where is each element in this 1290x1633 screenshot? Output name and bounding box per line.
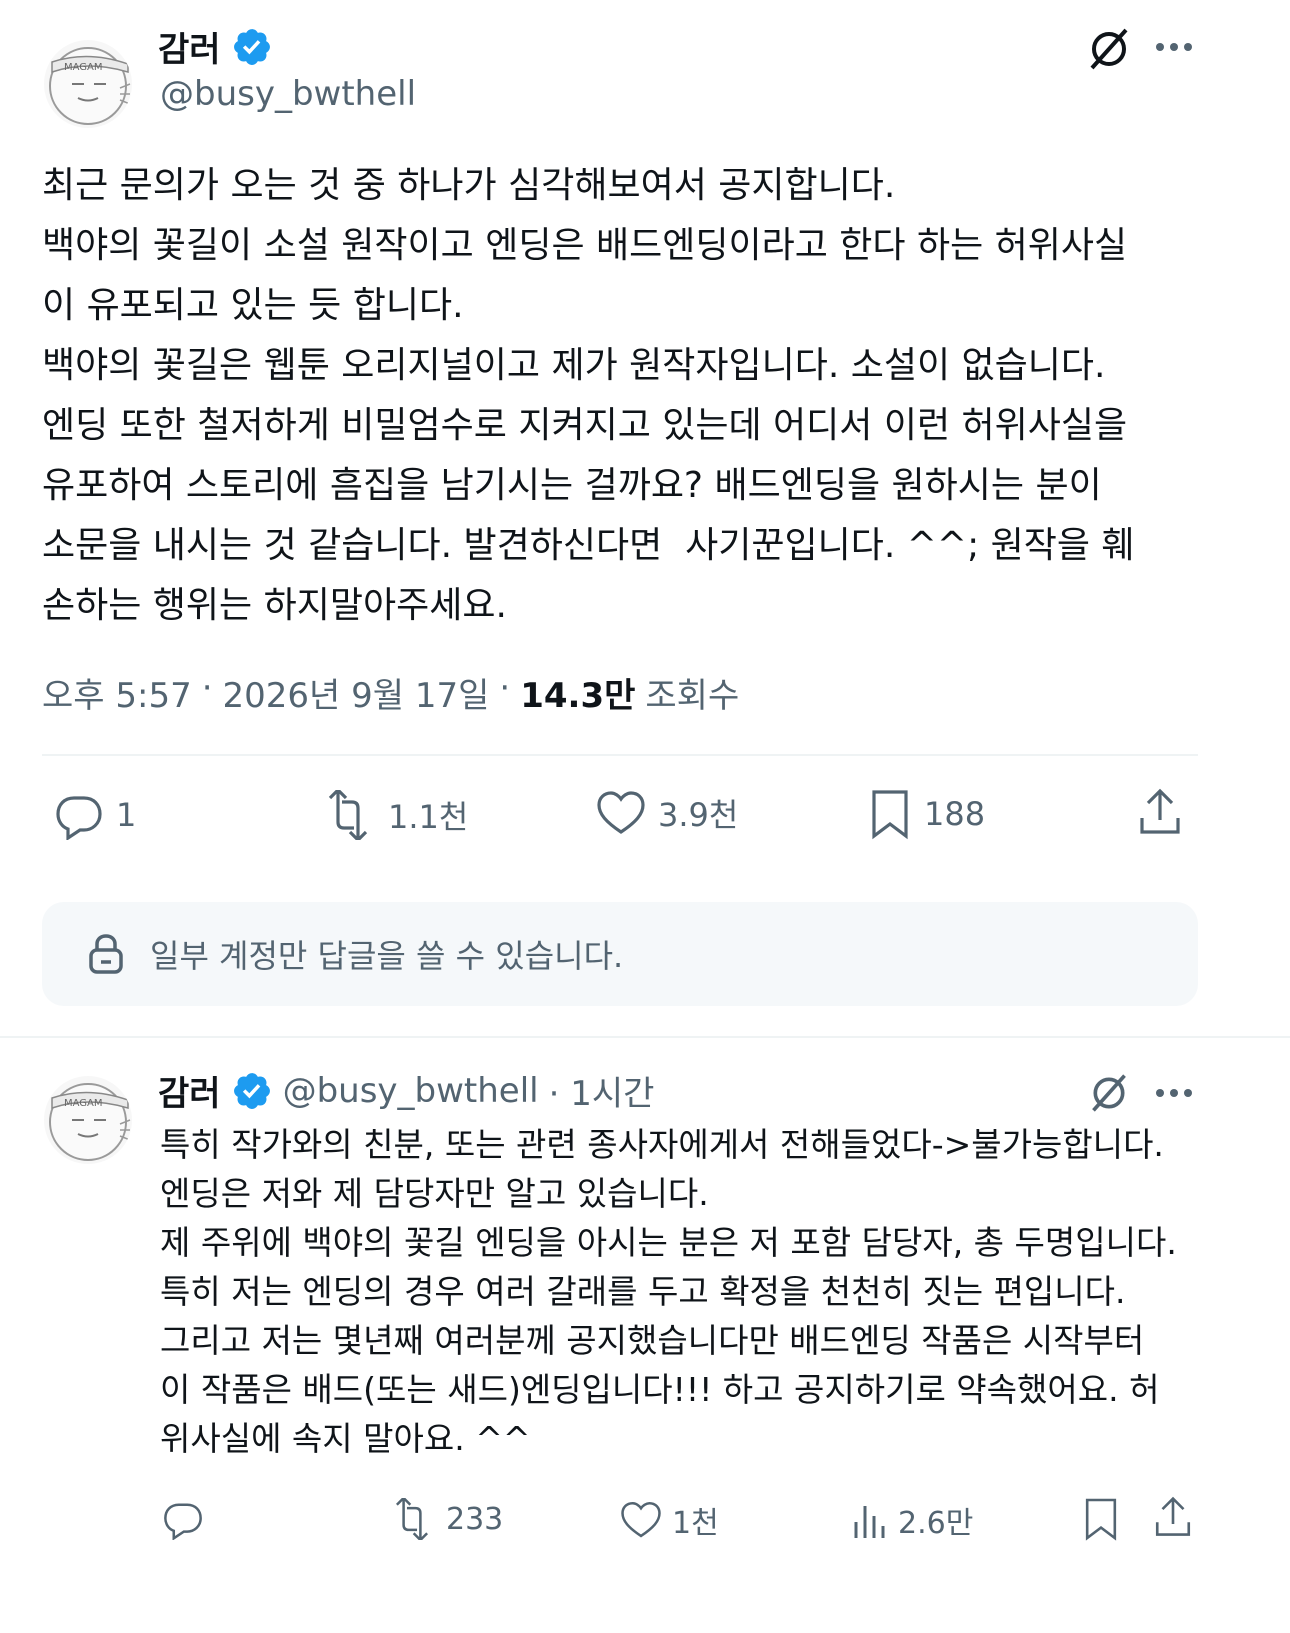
lock-icon xyxy=(89,934,123,974)
post-date[interactable]: 2026년 9월 17일 xyxy=(223,668,490,717)
author-avatar[interactable]: MAGAM xyxy=(44,40,132,128)
avatar-drawing-icon: MAGAM xyxy=(49,1083,131,1161)
repost-icon xyxy=(328,790,368,840)
reply-header: 감러 @busy_bwthell · 1시간 xyxy=(158,1066,654,1115)
share-button[interactable] xyxy=(1136,788,1184,836)
reply-bookmark-button[interactable] xyxy=(1082,1496,1120,1542)
section-divider xyxy=(0,1036,1290,1038)
reply-share-button[interactable] xyxy=(1152,1496,1194,1538)
reply-time-ago[interactable]: · 1시간 xyxy=(549,1066,655,1115)
reply-body: 특히 작가와의 친분, 또는 관련 종사자에게서 전해들었다->불가능합니다. … xyxy=(160,1125,1177,1458)
avatar-drawing-icon: MAGAM xyxy=(49,47,131,125)
grok-icon[interactable] xyxy=(1088,1072,1130,1118)
reply-views-button[interactable]: 2.6만 xyxy=(852,1498,973,1542)
reply-repost-count: 233 xyxy=(446,1501,504,1537)
author-handle[interactable]: @busy_bwthell xyxy=(160,74,416,114)
verified-badge-icon xyxy=(233,1072,270,1109)
bookmark-count: 188 xyxy=(924,795,986,833)
analytics-icon xyxy=(854,1506,885,1538)
bookmark-icon xyxy=(1085,1498,1117,1541)
reply-like-button[interactable]: 1천 xyxy=(620,1498,719,1542)
svg-text:MAGAM: MAGAM xyxy=(64,1098,103,1109)
reply-views-count: 2.6만 xyxy=(898,1506,974,1541)
reply-restriction-notice: 일부 계정만 답글을 쓸 수 있습니다. xyxy=(42,902,1198,1006)
verified-badge-icon xyxy=(233,28,270,65)
share-icon xyxy=(1140,788,1180,834)
views-count: 14.3만 xyxy=(520,676,636,716)
reply-icon xyxy=(164,1503,202,1540)
author-name-row: 감러 xyxy=(158,22,273,71)
like-count: 3.9천 xyxy=(658,796,739,834)
reply-restriction-text: 일부 계정만 답글을 쓸 수 있습니다. xyxy=(150,937,624,975)
reply-reply-button[interactable] xyxy=(162,1498,204,1540)
reply-like-count: 1천 xyxy=(672,1506,719,1541)
repost-icon xyxy=(395,1498,429,1540)
post-time[interactable]: 오후 5:57 xyxy=(42,668,192,717)
author-name[interactable]: 감러 xyxy=(158,22,221,71)
share-icon xyxy=(1155,1496,1191,1536)
heart-icon xyxy=(621,1501,661,1538)
post-meta: 오후 5:57 · 2026년 9월 17일 · 14.3만 조회수 xyxy=(42,668,740,717)
like-button[interactable]: 3.9천 xyxy=(596,790,738,836)
reply-count: 1 xyxy=(116,796,137,834)
views-label: 조회수 xyxy=(645,676,740,716)
heart-icon xyxy=(597,791,645,834)
bookmark-icon xyxy=(872,790,908,840)
more-options-icon[interactable] xyxy=(1154,32,1194,66)
repost-count: 1.1천 xyxy=(388,798,469,836)
more-options-icon[interactable] xyxy=(1154,1078,1194,1112)
reply-icon xyxy=(56,796,102,840)
reply-author-avatar[interactable]: MAGAM xyxy=(44,1076,132,1164)
divider xyxy=(42,754,1198,756)
reply-author-handle[interactable]: @busy_bwthell xyxy=(283,1071,539,1111)
reply-button[interactable]: 1 xyxy=(54,790,136,840)
repost-button[interactable]: 1.1천 xyxy=(320,790,468,840)
post-body: 최근 문의가 오는 것 중 하나가 심각해보여서 공지합니다. 백야의 꽃길이 … xyxy=(42,165,1135,626)
grok-icon[interactable] xyxy=(1086,26,1132,76)
bookmark-button[interactable]: 188 xyxy=(868,788,985,840)
reply-author-name[interactable]: 감러 xyxy=(158,1066,221,1115)
reply-repost-button[interactable]: 233 xyxy=(388,1498,503,1540)
svg-text:MAGAM: MAGAM xyxy=(64,62,103,73)
